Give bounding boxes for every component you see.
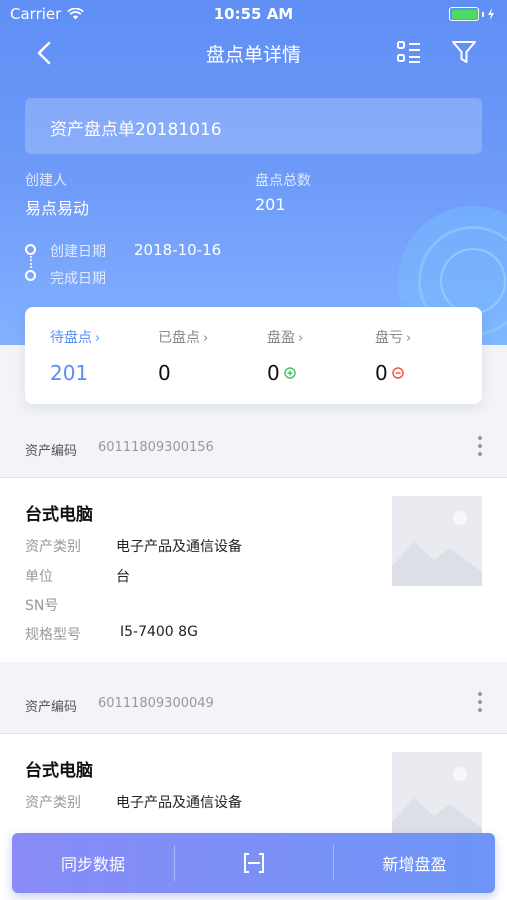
scan-icon	[244, 853, 264, 873]
asset-field-value: 台	[116, 569, 130, 585]
stat-checked[interactable]: 已盘点 › 0	[158, 327, 208, 385]
chevron-right-icon: ›	[406, 331, 412, 346]
stat-value: 201	[50, 361, 89, 385]
asset-code-value: 60111809300049	[98, 696, 214, 711]
asset-code-value: 60111809300156	[98, 440, 214, 455]
stat-label: 已盘点	[158, 330, 200, 346]
chevron-right-icon: ›	[298, 331, 304, 346]
chevron-right-icon: ›	[95, 331, 101, 346]
more-options-icon[interactable]	[476, 692, 484, 714]
charging-icon	[488, 8, 494, 20]
bottom-action-bar: 同步数据 新增盘盈	[12, 833, 495, 893]
image-placeholder-icon	[392, 496, 482, 586]
asset-field-label: 资产类别	[25, 795, 81, 811]
create-date-value: 2018-10-16	[134, 241, 222, 259]
battery-icon	[449, 7, 495, 21]
sync-data-label: 同步数据	[60, 855, 125, 874]
finish-date-label: 完成日期	[50, 271, 106, 287]
decorative-ring	[440, 248, 506, 314]
asset-code-label: 资产编码	[25, 444, 78, 459]
asset-field-label: 资产类别	[25, 539, 81, 555]
asset-field-label: 规格型号	[25, 627, 81, 643]
asset-field-value: I5-7400 8G	[120, 624, 198, 640]
status-bar: Carrier 10:55 AM	[0, 0, 507, 28]
list-view-icon[interactable]	[395, 38, 423, 66]
total-value: 201	[255, 195, 286, 214]
stats-card: 待盘点 › 201 已盘点 › 0 盘盈 › 0 盘亏 › 0	[25, 307, 482, 404]
timeline-dot	[25, 270, 36, 281]
add-surplus-button[interactable]: 新增盘盈	[334, 833, 495, 893]
asset-field-value: 电子产品及通信设备	[116, 795, 242, 811]
timeline-connector	[30, 256, 32, 268]
creator-label: 创建人	[25, 173, 67, 189]
asset-code-row: 资产编码 60111809300049	[0, 672, 507, 734]
stat-loss[interactable]: 盘亏 › 0	[375, 327, 411, 385]
stat-pending[interactable]: 待盘点 › 201	[50, 327, 100, 385]
navigation-bar: 盘点单详情	[0, 28, 507, 78]
stat-value: 0	[267, 361, 280, 385]
asset-name: 台式电脑	[25, 761, 93, 781]
more-options-icon[interactable]	[476, 436, 484, 458]
stat-label: 盘盈	[267, 330, 295, 346]
clock: 10:55 AM	[213, 5, 294, 23]
stat-value: 0	[375, 361, 388, 385]
scan-button[interactable]	[175, 833, 333, 893]
stat-surplus[interactable]: 盘盈 › 0	[267, 327, 303, 385]
chevron-right-icon: ›	[203, 331, 209, 346]
minus-circle-icon	[391, 367, 404, 379]
asset-card[interactable]: 台式电脑 资产类别 电子产品及通信设备 单位 台 SN号 规格型号 I5-740…	[0, 478, 507, 662]
asset-code-row: 资产编码 60111809300156	[0, 416, 507, 478]
filter-icon[interactable]	[450, 38, 478, 66]
asset-field-value: 电子产品及通信设备	[116, 539, 242, 555]
plus-circle-icon	[283, 367, 296, 379]
creator-value: 易点易动	[25, 199, 90, 218]
create-date-label: 创建日期	[50, 244, 106, 260]
total-label: 盘点总数	[255, 173, 311, 189]
sync-data-button[interactable]: 同步数据	[12, 833, 174, 893]
image-placeholder-icon	[392, 752, 482, 842]
add-surplus-label: 新增盘盈	[382, 855, 447, 874]
stat-value: 0	[158, 361, 171, 385]
stat-label: 待盘点	[50, 330, 92, 346]
order-title-box: 资产盘点单20181016	[25, 98, 482, 154]
stat-label: 盘亏	[375, 330, 403, 346]
page-title: 盘点单详情	[205, 44, 301, 66]
asset-name: 台式电脑	[25, 505, 93, 525]
asset-code-label: 资产编码	[25, 700, 78, 715]
asset-field-label: SN号	[25, 598, 59, 614]
timeline-dot	[25, 244, 36, 255]
asset-field-label: 单位	[25, 569, 53, 585]
order-title: 资产盘点单20181016	[50, 120, 222, 140]
